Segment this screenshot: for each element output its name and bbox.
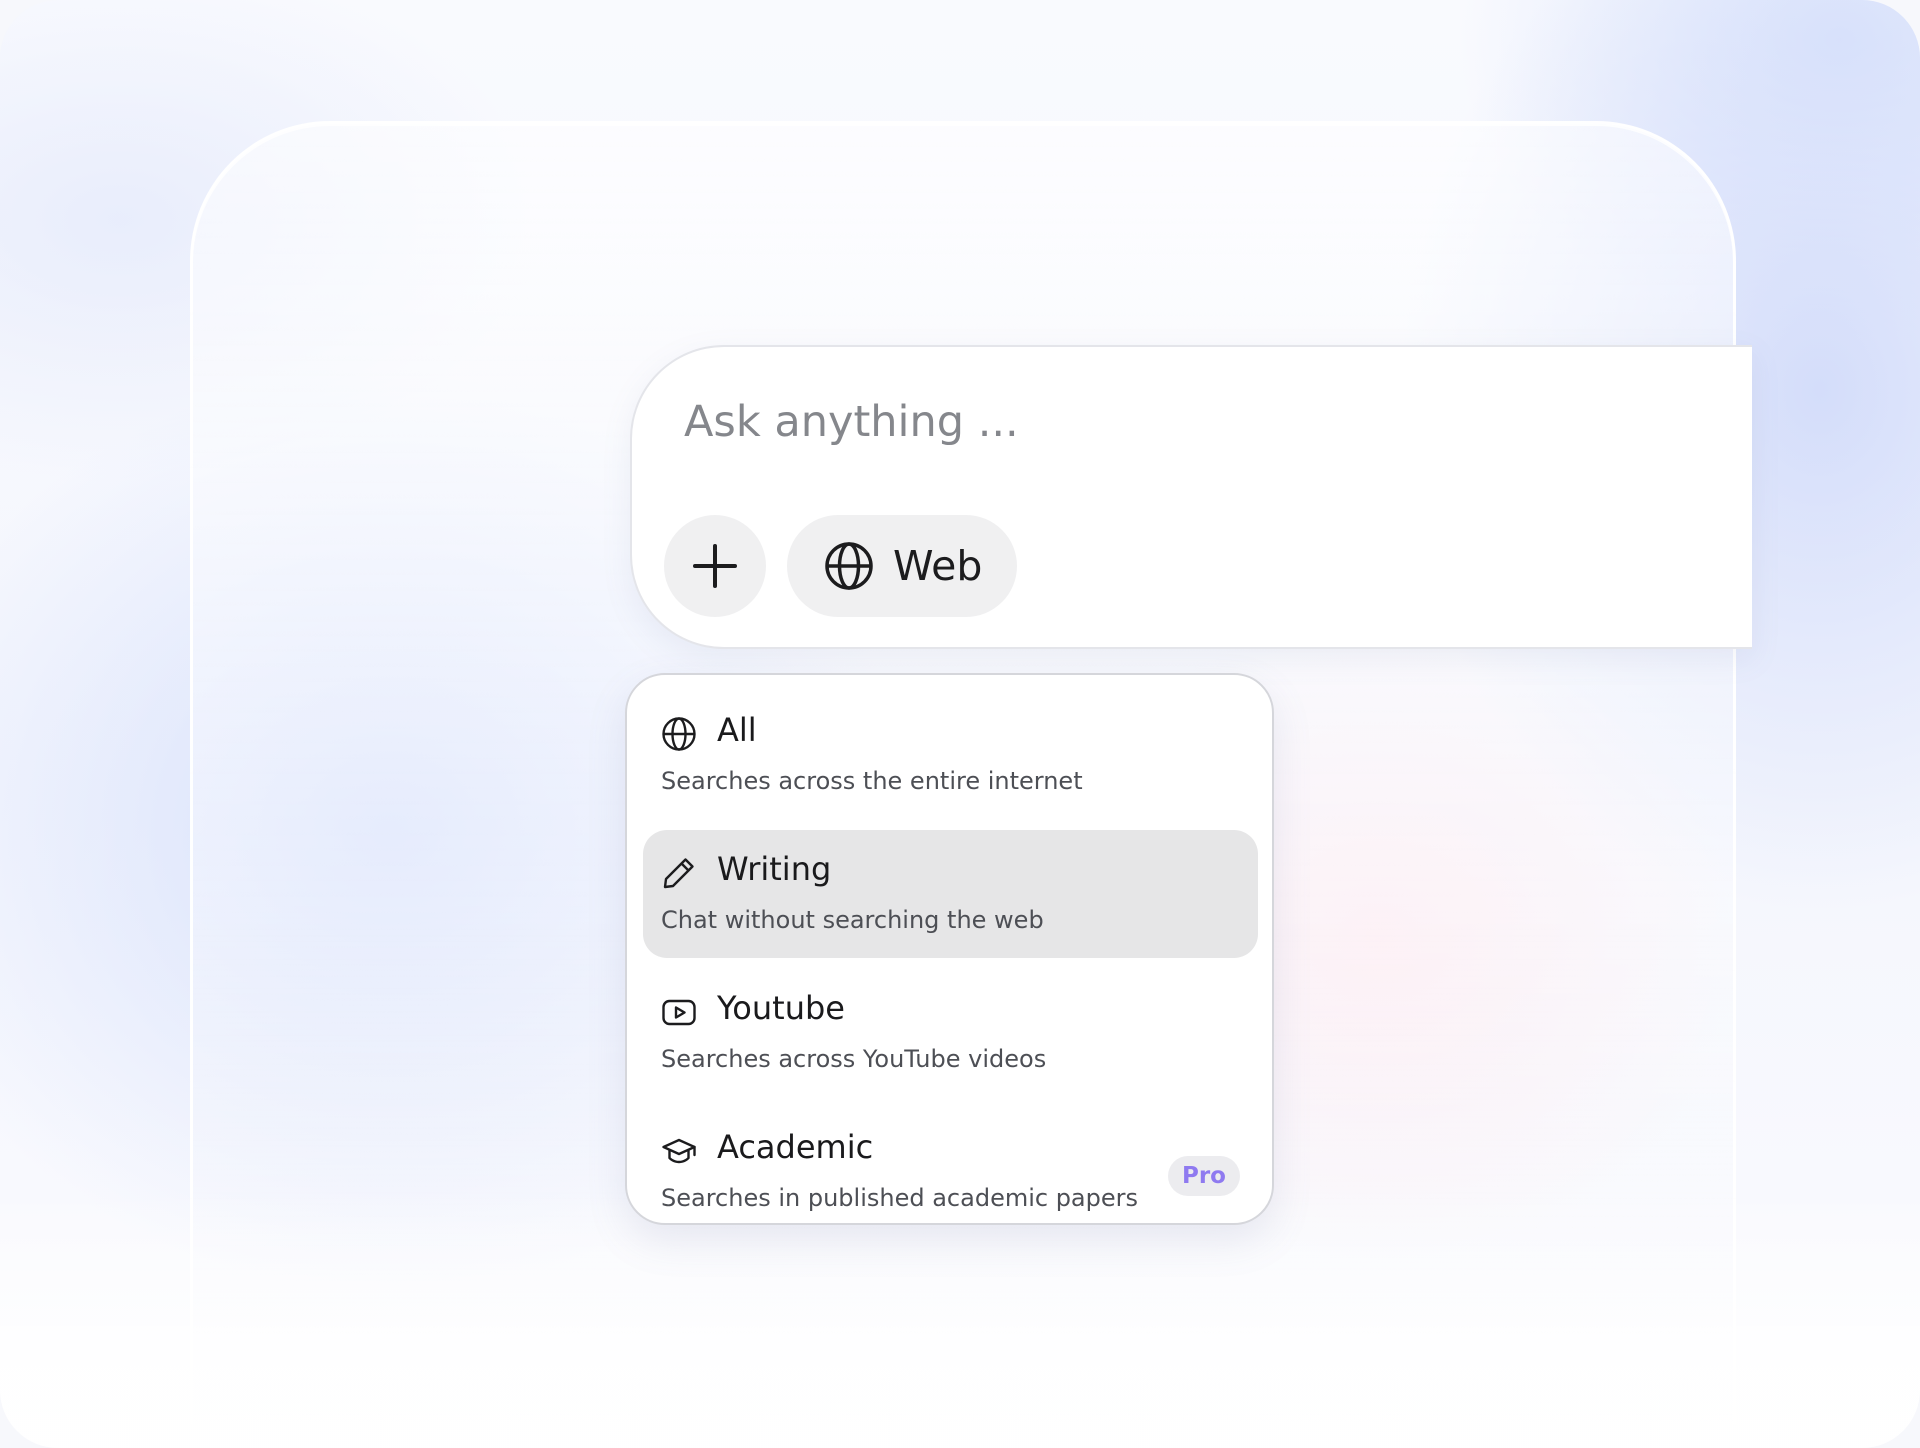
ask-box: Web: [630, 345, 1752, 649]
menu-item-description: Searches across YouTube videos: [661, 1045, 1047, 1073]
search-input[interactable]: [684, 387, 1584, 457]
menu-item-description: Searches in published academic papers: [661, 1184, 1139, 1212]
menu-item-all[interactable]: All Searches across the entire internet: [643, 691, 1258, 819]
add-button[interactable]: [664, 515, 766, 617]
menu-item-writing[interactable]: Writing Chat without searching the web: [643, 830, 1258, 958]
graduation-cap-icon: [661, 1133, 697, 1169]
menu-item-youtube[interactable]: Youtube Searches across YouTube videos: [643, 969, 1258, 1097]
pro-badge: Pro: [1168, 1156, 1240, 1196]
menu-item-description: Searches across the entire internet: [661, 767, 1083, 795]
menu-item-academic[interactable]: Academic Searches in published academic …: [643, 1108, 1258, 1236]
menu-item-title: Academic: [717, 1128, 874, 1166]
menu-item-title: Writing: [717, 850, 832, 888]
plus-icon: [693, 544, 737, 588]
menu-item-title: All: [717, 711, 757, 749]
menu-item-description: Chat without searching the web: [661, 906, 1044, 934]
menu-item-title: Youtube: [717, 989, 845, 1027]
globe-icon: [661, 716, 697, 752]
search-mode-button[interactable]: Web: [787, 515, 1017, 617]
search-mode-label: Web: [893, 542, 983, 590]
search-mode-menu: All Searches across the entire internet …: [625, 673, 1274, 1225]
pencil-icon: [661, 855, 697, 891]
globe-icon: [823, 540, 875, 592]
youtube-icon: [661, 994, 697, 1030]
